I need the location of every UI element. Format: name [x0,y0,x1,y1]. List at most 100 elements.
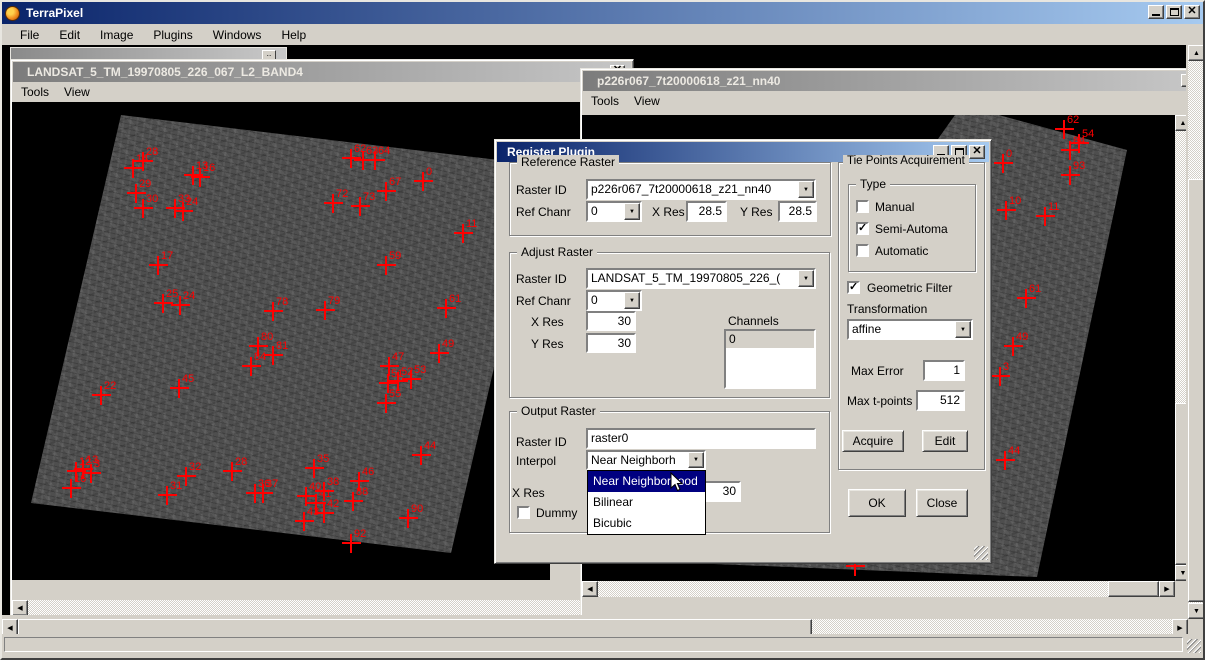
minimize-button[interactable] [1148,5,1164,19]
reference-hscroll-thumb[interactable] [1108,581,1159,597]
max-error-label: Max Error [851,364,904,378]
mdi-area: ‥ LANDSAT_5_TM_19970805_226_067_L2_BAND4… [2,45,1186,615]
scroll-right-icon[interactable]: ▶ [1159,581,1175,597]
out-raster-id-input[interactable]: raster0 [586,428,816,449]
ref-xres-label: X Res [652,205,685,219]
ok-button[interactable]: OK [848,489,906,517]
max-tpoints-label: Max t-points [847,394,912,408]
automatic-checkbox[interactable] [856,244,869,257]
transformation-combobox[interactable]: affine ▼ [847,319,973,340]
landsat-face-patch [550,563,582,580]
landsat-hscrollbar[interactable]: ◀ ▶ [12,600,616,615]
adj-yres-label: Y Res [531,337,563,351]
menu-file[interactable]: File [10,26,49,44]
chevron-down-icon[interactable]: ▼ [688,452,704,468]
chevron-down-icon[interactable]: ▼ [798,181,814,198]
ref-chan-label: Ref Chanr [516,205,571,219]
chevron-down-icon[interactable]: ▼ [955,321,971,338]
menu-image[interactable]: Image [90,26,143,44]
main-titlebar[interactable]: TerraPixel ✕ [2,2,1203,24]
out-xres-label: X Res [512,486,545,500]
landsat-menubar: Tools View [13,82,631,102]
main-menubar: File Edit Image Plugins Windows Help [2,24,1203,45]
edit-button[interactable]: Edit [922,430,968,452]
window-resize-grip[interactable] [1187,639,1201,653]
terrapixel-application-window: TerraPixel ✕ File Edit Image Plugins Win… [0,0,1205,660]
status-bar [2,634,1203,658]
status-panel [4,637,1183,652]
adj-raster-id-combobox[interactable]: LANDSAT_5_TM_19970805_226_( ▼ [586,268,816,289]
reference-menu-view[interactable]: View [634,94,660,108]
reference-partial-button[interactable] [1181,74,1186,87]
interpol-dropdown-list: Near Neighborhood Bilinear Bicubic [587,470,706,535]
chevron-down-icon[interactable]: ▼ [624,292,640,309]
max-tpoints-input[interactable]: 512 [916,390,965,411]
chevron-down-icon[interactable]: ▼ [798,270,814,287]
dummy-checkbox[interactable] [517,506,530,519]
reference-raster-legend: Reference Raster [517,155,619,169]
landsat-titlebar[interactable]: LANDSAT_5_TM_19970805_226_067_L2_BAND4 ✕ [13,62,631,82]
ref-chan-combobox[interactable]: 0 ▼ [586,201,642,222]
interpol-option-near-neighborhood[interactable]: Near Neighborhood [588,471,705,492]
reference-vscroll-thumb[interactable] [1175,403,1186,565]
ref-raster-id-combobox[interactable]: p226r067_7t20000618_z21_nn40 ▼ [586,179,816,200]
close-button[interactable]: ✕ [1184,5,1200,19]
interpol-option-bicubic[interactable]: Bicubic [588,513,705,534]
adj-yres-input[interactable]: 30 [586,333,636,353]
automatic-label: Automatic [875,244,928,258]
ref-yres-input[interactable]: 28.5 [778,201,817,222]
mouse-cursor [670,472,684,498]
ref-xres-input[interactable]: 28.5 [686,201,727,222]
adj-raster-id-label: Raster ID [516,272,567,286]
scroll-down-icon[interactable]: ▼ [1175,565,1186,581]
main-window-title: TerraPixel [26,6,83,20]
landsat-menu-tools[interactable]: Tools [21,85,49,99]
adjust-raster-legend: Adjust Raster [517,245,597,259]
scroll-down-icon[interactable]: ▼ [1188,603,1205,619]
interpol-combobox[interactable]: Near Neighborh ▼ [586,450,706,470]
chevron-down-icon[interactable]: ▼ [624,203,640,220]
tie-points-legend: Tie Points Acquirement [843,155,969,167]
adj-xres-input[interactable]: 30 [586,311,636,331]
scroll-up-icon[interactable]: ▲ [1188,45,1205,61]
menu-windows[interactable]: Windows [203,26,272,44]
close-button[interactable]: Close [916,489,968,517]
geometric-filter-checkbox[interactable] [847,281,860,294]
reference-titlebar[interactable]: p226r067_7t20000618_z21_nn40 [583,71,1186,91]
main-vscrollbar[interactable]: ▲ ▼ [1188,45,1205,619]
main-vscroll-thumb[interactable] [1188,179,1205,602]
dummy-label: Dummy [536,506,577,520]
scroll-left-icon[interactable]: ◀ [12,600,28,615]
maximize-button[interactable] [1166,5,1182,19]
register-plugin-dialog: Register Plugin ✕ Reference Raster Raste… [494,139,992,564]
manual-checkbox[interactable] [856,200,869,213]
landsat-menu-view[interactable]: View [64,85,90,99]
max-error-input[interactable]: 1 [923,360,965,381]
reference-vscrollbar[interactable]: ▲ ▼ [1175,115,1186,581]
reference-hscrollbar[interactable]: ◀ ▶ [582,581,1175,597]
output-raster-legend: Output Raster [517,404,600,418]
menu-edit[interactable]: Edit [49,26,90,44]
semi-automatic-checkbox[interactable] [856,222,869,235]
adj-chan-label: Ref Chanr [516,294,571,308]
scroll-up-icon[interactable]: ▲ [1175,115,1186,131]
menu-help[interactable]: Help [271,26,316,44]
dialog-close-button[interactable]: ✕ [969,145,985,159]
semi-automatic-label: Semi-Automa [875,222,948,236]
adj-chan-combobox[interactable]: 0 ▼ [586,290,642,311]
dialog-resize-grip[interactable] [974,546,988,560]
interpol-option-bilinear[interactable]: Bilinear [588,492,705,513]
interpol-label: Interpol [516,454,556,468]
acquire-button[interactable]: Acquire [842,430,904,452]
geometric-filter-label: Geometric Filter [867,281,952,295]
channels-listbox[interactable]: 0 [724,329,816,389]
reference-menu-tools[interactable]: Tools [591,94,619,108]
landsat-window-title: LANDSAT_5_TM_19970805_226_067_L2_BAND4 [27,65,303,79]
menu-plugins[interactable]: Plugins [143,26,202,44]
scroll-left-icon[interactable]: ◀ [582,581,598,597]
app-icon [5,6,20,21]
reference-window-title: p226r067_7t20000618_z21_nn40 [597,74,780,88]
channels-item[interactable]: 0 [726,331,814,348]
out-raster-id-label: Raster ID [516,435,567,449]
ref-raster-id-label: Raster ID [516,183,567,197]
